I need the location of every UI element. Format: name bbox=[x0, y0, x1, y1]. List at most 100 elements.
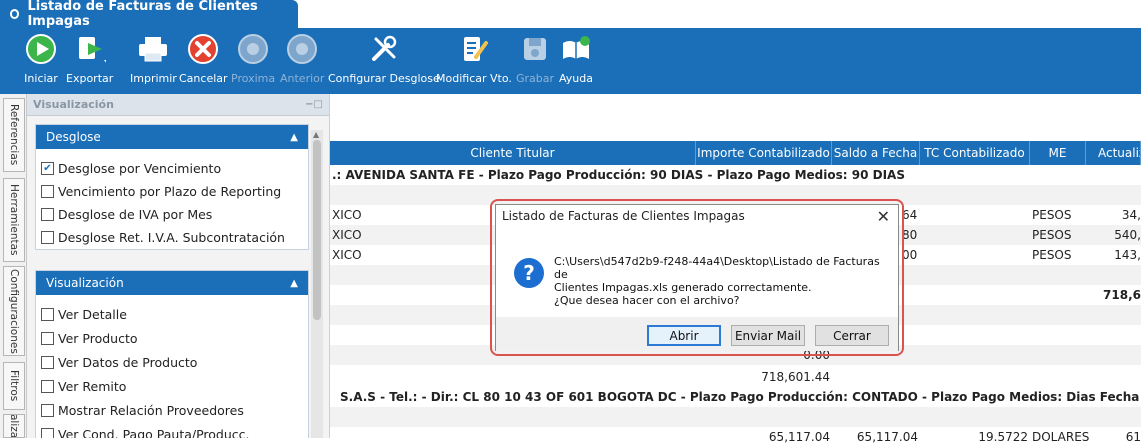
side-panel-header: Visualización −□ bbox=[27, 94, 329, 116]
col-header-label: Importe Contabilizado bbox=[697, 146, 830, 160]
col-header-label: Saldo a Fecha bbox=[833, 146, 918, 160]
side-panel-scrollbar[interactable]: ▲ bbox=[311, 130, 323, 438]
configurar-desglose-button[interactable]: Configurar Desglose bbox=[328, 32, 440, 92]
checkbox[interactable] bbox=[41, 331, 54, 345]
cell-saldo: 64 bbox=[902, 208, 918, 222]
help-book-icon bbox=[559, 32, 593, 66]
iniciar-button[interactable]: Iniciar bbox=[24, 32, 58, 92]
ayuda-button[interactable]: Ayuda bbox=[559, 32, 593, 92]
group-desglose: Desglose ▲ ✔ Desglose por Vencimiento Ven… bbox=[35, 124, 309, 250]
checkbox[interactable] bbox=[41, 427, 54, 438]
checkbox-label: Ver Producto bbox=[58, 330, 138, 346]
cancelar-button[interactable]: Cancelar bbox=[179, 32, 228, 92]
pin-icon[interactable]: −□ bbox=[305, 99, 323, 110]
export-icon bbox=[73, 32, 107, 66]
checkbox[interactable] bbox=[41, 403, 54, 417]
side-tab-filtros[interactable]: Filtros bbox=[3, 362, 25, 410]
checkbox[interactable] bbox=[41, 208, 54, 221]
abrir-button[interactable]: Abrir bbox=[647, 325, 721, 346]
close-icon[interactable]: ✕ bbox=[877, 207, 890, 226]
side-tab-visualizacion[interactable]: Visualización bbox=[3, 414, 25, 438]
col-header-saldo[interactable]: Saldo a Fecha bbox=[832, 141, 920, 165]
table-row[interactable]: .: AVENIDA SANTA FE - Plazo Pago Producc… bbox=[330, 165, 1141, 185]
table-row[interactable]: S.A.S - Tel.: - Dir.: CL 80 10 43 OF 601… bbox=[330, 387, 1141, 407]
table-row[interactable]: 65,117.04 65,117.04 19.5722 DOLARES 61 bbox=[330, 427, 1141, 447]
window-tab-strip: Listado de Facturas de Clientes Impagas bbox=[0, 0, 1141, 29]
dialog-footer: Abrir Enviar Mail Cerrar bbox=[496, 317, 898, 351]
checkbox-ver-cond-pago[interactable]: Ver Cond. Pago Pauta/Producc. bbox=[36, 422, 308, 438]
checkbox-ver-remito[interactable]: Ver Remito bbox=[36, 374, 308, 398]
checkbox-label: Ver Detalle bbox=[58, 306, 127, 322]
checkbox-desglose-vencimiento[interactable]: ✔ Desglose por Vencimiento bbox=[36, 157, 308, 180]
side-tab-herramientas[interactable]: Herramientas bbox=[3, 178, 25, 262]
dialog-message-line: ¿Que desea hacer con el archivo? bbox=[554, 294, 740, 307]
checkbox-vencimiento-plazo[interactable]: Vencimiento por Plazo de Reporting bbox=[36, 180, 308, 203]
question-icon: ? bbox=[514, 258, 544, 288]
checkbox-mostrar-relacion[interactable]: Mostrar Relación Proveedores bbox=[36, 398, 308, 422]
anterior-label: Anterior bbox=[280, 72, 325, 85]
table-row[interactable]: 718,601.44 bbox=[330, 367, 1141, 387]
cell-tc: 19.5722 bbox=[978, 430, 1028, 444]
checkbox[interactable] bbox=[41, 355, 54, 369]
grabar-label: Grabar bbox=[516, 72, 555, 85]
cell-actualiz: 540, bbox=[1114, 228, 1141, 242]
checkbox[interactable] bbox=[41, 185, 54, 198]
modificar-vto-label: Modificar Vto. bbox=[436, 72, 512, 85]
group-desglose-header[interactable]: Desglose ▲ bbox=[36, 125, 308, 149]
table-row bbox=[330, 407, 1141, 427]
grabar-button[interactable]: Grabar bbox=[516, 32, 554, 92]
export-dialog: Listado de Facturas de Clientes Impagas … bbox=[495, 204, 899, 351]
side-tab-configuraciones[interactable]: Configuraciones bbox=[3, 266, 25, 356]
iniciar-label: Iniciar bbox=[24, 72, 58, 85]
dialog-message-line: C:\Users\d547d2b9-f248-44a4\Desktop\List… bbox=[554, 255, 880, 281]
cell-saldo: 80 bbox=[902, 228, 918, 242]
cerrar-button[interactable]: Cerrar bbox=[815, 325, 889, 346]
col-header-label: Actualiz bbox=[1098, 146, 1141, 160]
side-tabs: Referencias Herramientas Configuraciones… bbox=[0, 94, 27, 438]
collapse-icon[interactable]: ▲ bbox=[290, 278, 298, 289]
collapse-icon[interactable]: ▲ bbox=[290, 132, 298, 143]
scroll-thumb[interactable] bbox=[313, 140, 321, 320]
anterior-button[interactable]: Anterior bbox=[280, 32, 324, 92]
cell-me: PESOS bbox=[1032, 208, 1072, 222]
side-panel-title: Visualización bbox=[33, 98, 114, 111]
modificar-vto-button[interactable]: Modificar Vto. bbox=[436, 32, 512, 92]
group-title: Desglose bbox=[46, 130, 101, 144]
side-panel: Visualización −□ Desglose ▲ ✔ Desglose po… bbox=[27, 94, 330, 438]
group-visualizacion-header[interactable]: Visualización ▲ bbox=[36, 271, 308, 295]
checkbox-label: Desglose por Vencimiento bbox=[58, 161, 222, 176]
col-header-me[interactable]: ME bbox=[1030, 141, 1086, 165]
checkbox-label: Mostrar Relación Proveedores bbox=[58, 402, 244, 418]
col-header-actualiz[interactable]: Actualiz bbox=[1086, 141, 1141, 165]
col-header-importe[interactable]: Importe Contabilizado bbox=[696, 141, 832, 165]
checkbox[interactable] bbox=[41, 379, 54, 393]
side-tab-referencias[interactable]: Referencias bbox=[3, 98, 25, 172]
toolbar: Iniciar Exportar Imprimir Cancelar Proxi… bbox=[0, 28, 1141, 94]
cell-saldo: 00 bbox=[902, 248, 918, 262]
checkbox-ver-datos-producto[interactable]: Ver Datos de Producto bbox=[36, 350, 308, 374]
dialog-title: Listado de Facturas de Clientes Impagas bbox=[502, 209, 745, 223]
exportar-button[interactable]: Exportar bbox=[66, 32, 113, 92]
group-title: Visualización bbox=[46, 276, 124, 290]
checkbox-label: Ver Remito bbox=[58, 378, 127, 394]
cancelar-label: Cancelar bbox=[179, 72, 228, 85]
scroll-up-icon[interactable]: ▲ bbox=[313, 130, 319, 139]
col-header-label: TC Contabilizado bbox=[924, 146, 1025, 160]
window-tab[interactable]: Listado de Facturas de Clientes Impagas bbox=[0, 0, 298, 29]
checkbox-ver-producto[interactable]: Ver Producto bbox=[36, 326, 308, 350]
checkbox-ver-detalle[interactable]: Ver Detalle bbox=[36, 302, 308, 326]
col-header-cliente[interactable]: Cliente Titular bbox=[330, 141, 696, 165]
imprimir-label: Imprimir bbox=[130, 72, 177, 85]
checkbox-checked[interactable]: ✔ bbox=[41, 162, 54, 175]
checkbox[interactable] bbox=[41, 307, 54, 321]
play-circle-icon bbox=[24, 32, 58, 66]
enviar-mail-button[interactable]: Enviar Mail bbox=[731, 325, 805, 346]
col-header-tc[interactable]: TC Contabilizado bbox=[920, 141, 1030, 165]
configurar-desglose-label: Configurar Desglose bbox=[328, 72, 440, 85]
proxima-button[interactable]: Proxima bbox=[231, 32, 275, 92]
checkbox[interactable] bbox=[41, 231, 54, 244]
checkbox-desglose-iva[interactable]: Desglose de IVA por Mes bbox=[36, 203, 308, 226]
cell-actualiz: 143, bbox=[1114, 248, 1141, 262]
checkbox-desglose-ret-iva[interactable]: Desglose Ret. I.V.A. Subcontratación bbox=[36, 226, 308, 249]
imprimir-button[interactable]: Imprimir bbox=[130, 32, 177, 92]
